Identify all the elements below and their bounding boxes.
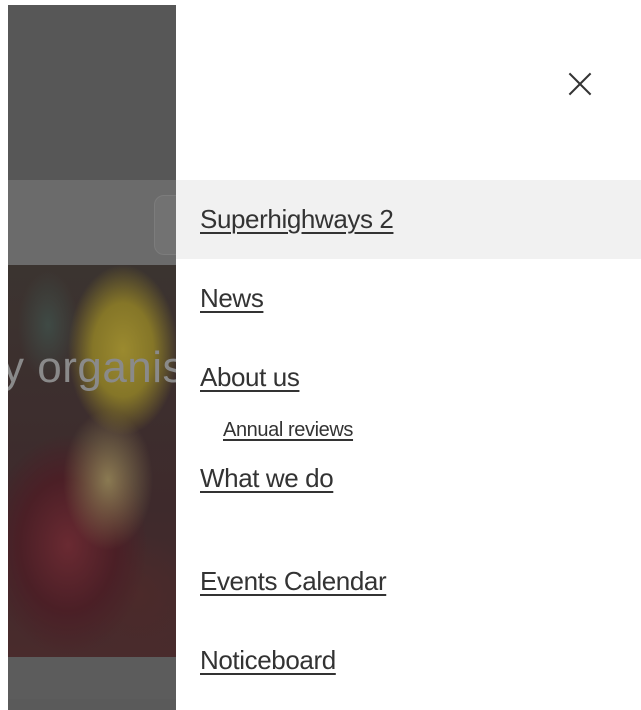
nav-link-about-us[interactable]: About us [200, 362, 300, 393]
nav-item-superhighways-2[interactable]: Superhighways 2 [176, 180, 641, 259]
nav-link-what-we-do[interactable]: What we do [200, 463, 334, 494]
navigation-drawer: Superhighways 2 News About us Annual rev… [176, 0, 641, 710]
background-hero-image [8, 265, 176, 665]
background-header [8, 5, 176, 180]
background-footer-bar [8, 657, 176, 699]
background-hero-text: y organis [8, 343, 176, 392]
nav-item-news[interactable]: News [176, 259, 641, 338]
nav-subitem-annual-reviews[interactable]: Annual reviews [176, 417, 641, 462]
nav-link-noticeboard[interactable]: Noticeboard [200, 645, 336, 676]
background-search-strip [8, 180, 176, 265]
page-overlay[interactable]: y organis [8, 5, 176, 710]
close-icon[interactable] [562, 66, 598, 102]
nav-item-events-calendar[interactable]: Events Calendar [176, 542, 641, 621]
nav-item-what-we-do[interactable]: What we do [176, 462, 641, 542]
nav-link-annual-reviews[interactable]: Annual reviews [223, 419, 353, 442]
nav-link-superhighways-2[interactable]: Superhighways 2 [200, 204, 394, 235]
nav-link-news[interactable]: News [200, 283, 264, 314]
nav-item-about-us[interactable]: About us [176, 338, 641, 417]
background-search-box [154, 195, 176, 255]
nav-link-events-calendar[interactable]: Events Calendar [200, 566, 387, 597]
nav-menu: Superhighways 2 News About us Annual rev… [176, 180, 641, 700]
page: y organis Superhighways 2 News About us … [0, 0, 641, 710]
nav-item-noticeboard[interactable]: Noticeboard [176, 621, 641, 700]
